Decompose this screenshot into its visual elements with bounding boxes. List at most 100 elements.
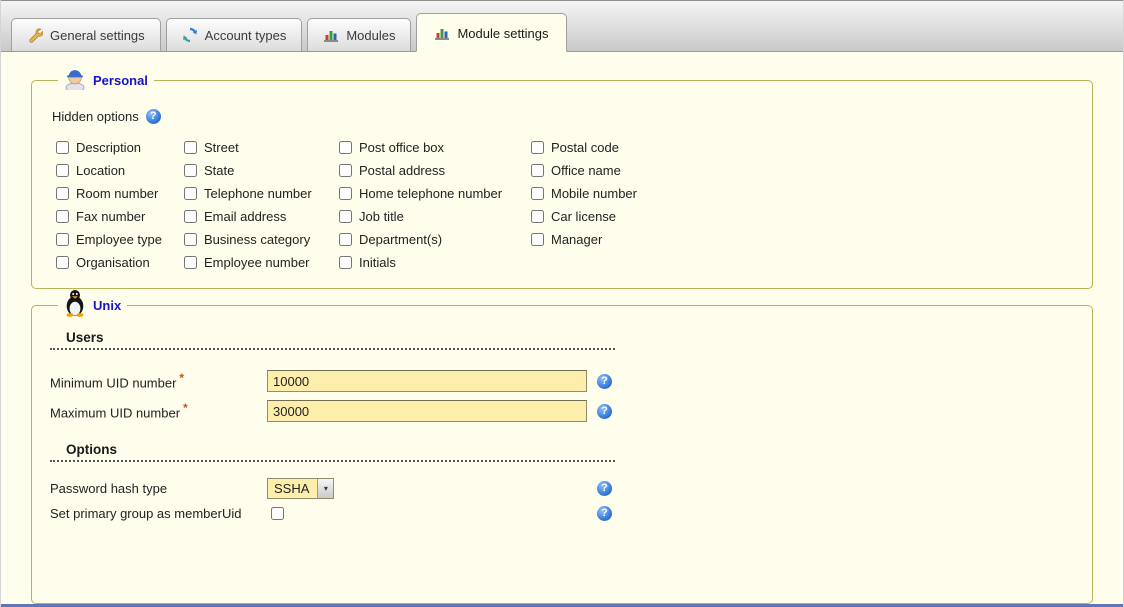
checkbox[interactable] (339, 164, 352, 177)
tab-label: General settings (50, 28, 145, 43)
personal-option-fax-number[interactable]: Fax number (56, 205, 184, 228)
checkbox[interactable] (184, 164, 197, 177)
min-uid-input[interactable] (267, 370, 587, 392)
checkbox-label: Job title (359, 209, 404, 224)
help-icon[interactable]: ? (597, 374, 612, 389)
checkbox[interactable] (56, 164, 69, 177)
checkbox[interactable] (56, 210, 69, 223)
personal-option-telephone-number[interactable]: Telephone number (184, 182, 339, 205)
personal-option-home-telephone-number[interactable]: Home telephone number (339, 182, 531, 205)
checkbox-label: State (204, 163, 234, 178)
checkbox-label: Car license (551, 209, 616, 224)
tab-general-settings[interactable]: General settings (11, 18, 161, 51)
password-hash-label: Password hash type (50, 481, 267, 496)
personal-option-office-name[interactable]: Office name (531, 159, 1074, 182)
checkbox[interactable] (339, 256, 352, 269)
users-subheader: Users (50, 330, 615, 350)
chevron-down-icon: ▾ (317, 479, 333, 498)
personal-option-manager[interactable]: Manager (531, 228, 1074, 251)
checkbox-label: Initials (359, 255, 396, 270)
checkbox[interactable] (339, 210, 352, 223)
personal-option-description[interactable]: Description (56, 136, 184, 159)
personal-option-mobile-number[interactable]: Mobile number (531, 182, 1074, 205)
personal-section: Personal Hidden options ? Description Str… (31, 66, 1093, 289)
checkbox[interactable] (339, 233, 352, 246)
tab-module-settings[interactable]: Module settings (416, 13, 566, 52)
personal-option-business-category[interactable]: Business category (184, 228, 339, 251)
personal-legend-label: Personal (93, 73, 148, 88)
checkbox-label: Fax number (76, 209, 145, 224)
min-uid-row: Minimum UID number* ? (50, 366, 1074, 396)
checkbox-label: Office name (551, 163, 621, 178)
lam-configuration-page: General settings Account types (0, 0, 1124, 607)
tab-bar: General settings Account types (1, 0, 1123, 52)
tab-account-types[interactable]: Account types (166, 18, 303, 51)
max-uid-input[interactable] (267, 400, 587, 422)
options-subheader: Options (50, 442, 615, 462)
checkbox-label: Organisation (76, 255, 150, 270)
checkbox[interactable] (184, 141, 197, 154)
checkbox-label: Description (76, 140, 141, 155)
personal-option-location[interactable]: Location (56, 159, 184, 182)
modules-icon (434, 25, 450, 41)
tab-modules[interactable]: Modules (307, 18, 411, 51)
checkbox[interactable] (531, 187, 544, 200)
checkbox[interactable] (531, 210, 544, 223)
checkbox[interactable] (531, 141, 544, 154)
help-icon[interactable]: ? (597, 404, 612, 419)
checkbox[interactable] (184, 187, 197, 200)
personal-option-employee-number[interactable]: Employee number (184, 251, 339, 274)
personal-option-state[interactable]: State (184, 159, 339, 182)
required-marker: * (179, 371, 184, 385)
account-types-icon (182, 27, 198, 43)
personal-option-postal-code[interactable]: Postal code (531, 136, 1074, 159)
personal-legend: Personal (58, 66, 154, 95)
personal-option-initials[interactable]: Initials (339, 251, 531, 274)
checkbox[interactable] (339, 141, 352, 154)
member-uid-checkbox[interactable] (271, 507, 284, 520)
checkbox-label: Postal address (359, 163, 445, 178)
unix-section: Unix Users Minimum UID number* ? Maximum… (31, 289, 1093, 604)
help-icon[interactable]: ? (146, 109, 161, 124)
checkbox[interactable] (184, 256, 197, 269)
personal-option-department-s[interactable]: Department(s) (339, 228, 531, 251)
checkbox[interactable] (339, 187, 352, 200)
checkbox[interactable] (56, 141, 69, 154)
checkbox[interactable] (56, 187, 69, 200)
personal-option-employee-type[interactable]: Employee type (56, 228, 184, 251)
checkbox-label: Telephone number (204, 186, 312, 201)
personal-option-postal-address[interactable]: Postal address (339, 159, 531, 182)
max-uid-row: Maximum UID number* ? (50, 396, 1074, 426)
personal-option-email-address[interactable]: Email address (184, 205, 339, 228)
checkbox-label: Mobile number (551, 186, 637, 201)
personal-option-car-license[interactable]: Car license (531, 205, 1074, 228)
checkbox[interactable] (184, 233, 197, 246)
checkbox[interactable] (531, 164, 544, 177)
help-icon[interactable]: ? (597, 481, 612, 496)
checkbox-label: Department(s) (359, 232, 442, 247)
checkbox[interactable] (56, 256, 69, 269)
personal-option-post-office-box[interactable]: Post office box (339, 136, 531, 159)
personal-option-organisation[interactable]: Organisation (56, 251, 184, 274)
password-hash-row: Password hash type SSHA ▾ ? (50, 476, 1074, 501)
password-hash-select[interactable]: SSHA ▾ (267, 478, 334, 499)
unix-legend-label: Unix (93, 298, 121, 313)
checkbox-label: Post office box (359, 140, 444, 155)
tab-label: Module settings (457, 26, 548, 41)
module-settings-content: Personal Hidden options ? Description Str… (1, 52, 1123, 604)
checkbox[interactable] (531, 233, 544, 246)
personal-option-room-number[interactable]: Room number (56, 182, 184, 205)
checkbox-label: Employee number (204, 255, 310, 270)
checkbox[interactable] (56, 233, 69, 246)
hidden-options-row: Hidden options ? (52, 109, 1074, 124)
checkbox-label: Room number (76, 186, 158, 201)
personal-option-street[interactable]: Street (184, 136, 339, 159)
checkbox-label: Postal code (551, 140, 619, 155)
password-hash-value: SSHA (268, 479, 317, 498)
help-icon[interactable]: ? (597, 506, 612, 521)
checkbox[interactable] (184, 210, 197, 223)
personal-option-job-title[interactable]: Job title (339, 205, 531, 228)
tab-label: Modules (346, 28, 395, 43)
modules-icon (323, 27, 339, 43)
personal-options-grid: Description Street Post office box Postal c… (56, 136, 1074, 274)
